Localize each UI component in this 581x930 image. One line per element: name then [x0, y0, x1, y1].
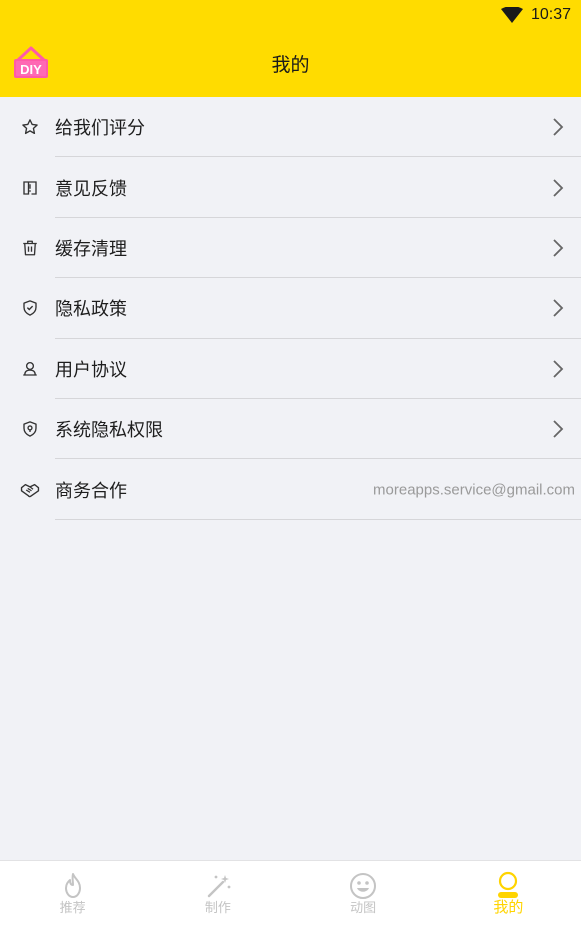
page-title: 我的 [271, 53, 310, 76]
menu-item-clear-cache[interactable]: 缓存清理 [0, 218, 581, 279]
chevron-right-icon [551, 358, 565, 380]
status-time: 10:37 [530, 6, 571, 23]
tab-label: 推荐 [59, 901, 86, 916]
star-icon [20, 117, 40, 137]
tab-gif[interactable]: 动图 [291, 861, 436, 930]
tab-label: 我的 [493, 898, 524, 916]
business-email[interactable]: moreapps.service@gmail.com [373, 481, 575, 498]
menu-item-user-agreement[interactable]: 用户协议 [0, 339, 581, 399]
menu-item-label: 商务合作 [55, 480, 127, 502]
menu-item-rate-us[interactable]: 给我们评分 [0, 97, 581, 158]
tab-label: 动图 [350, 901, 377, 916]
app-header: 10:37 DIY 我的 [0, 0, 581, 97]
title-row: 我的 [0, 30, 581, 96]
chevron-right-icon [551, 237, 565, 259]
chevron-right-icon [551, 297, 565, 319]
menu-item-label: 意见反馈 [55, 178, 127, 200]
tab-recommend[interactable]: 推荐 [0, 861, 145, 930]
handshake-icon [20, 480, 40, 500]
menu-item-feedback[interactable]: 意见反馈 [0, 157, 581, 218]
settings-menu: 给我们评分 意见反馈 缓存清理 隐私政策 用户协议 系统隐私权限 商务合作 mo… [0, 97, 581, 520]
tab-make[interactable]: 制作 [145, 861, 290, 930]
menu-item-label: 系统隐私权限 [55, 420, 163, 442]
tab-mine[interactable]: 我的 [436, 861, 581, 930]
bottom-tab-bar: 推荐 制作 动图 我的 [0, 860, 581, 930]
menu-item-business[interactable]: 商务合作 moreapps.service@gmail.com [0, 459, 581, 520]
tab-label: 制作 [204, 901, 231, 916]
status-bar: 10:37 [500, 4, 571, 26]
chevron-right-icon [551, 116, 565, 138]
trash-icon [20, 238, 40, 258]
menu-item-label: 隐私政策 [55, 299, 127, 321]
menu-item-label: 缓存清理 [55, 238, 127, 260]
chevron-right-icon [551, 418, 565, 440]
privacy-permission-icon [20, 419, 40, 439]
wifi-icon [500, 7, 523, 23]
menu-item-privacy-policy[interactable]: 隐私政策 [0, 278, 581, 339]
menu-item-label: 用户协议 [55, 359, 127, 381]
shield-check-icon [20, 298, 40, 318]
divider [55, 518, 581, 520]
user-agreement-icon [20, 359, 40, 379]
feedback-icon [20, 178, 40, 198]
chevron-right-icon [551, 177, 565, 199]
menu-item-label: 给我们评分 [55, 118, 145, 140]
menu-item-system-privacy[interactable]: 系统隐私权限 [0, 399, 581, 460]
